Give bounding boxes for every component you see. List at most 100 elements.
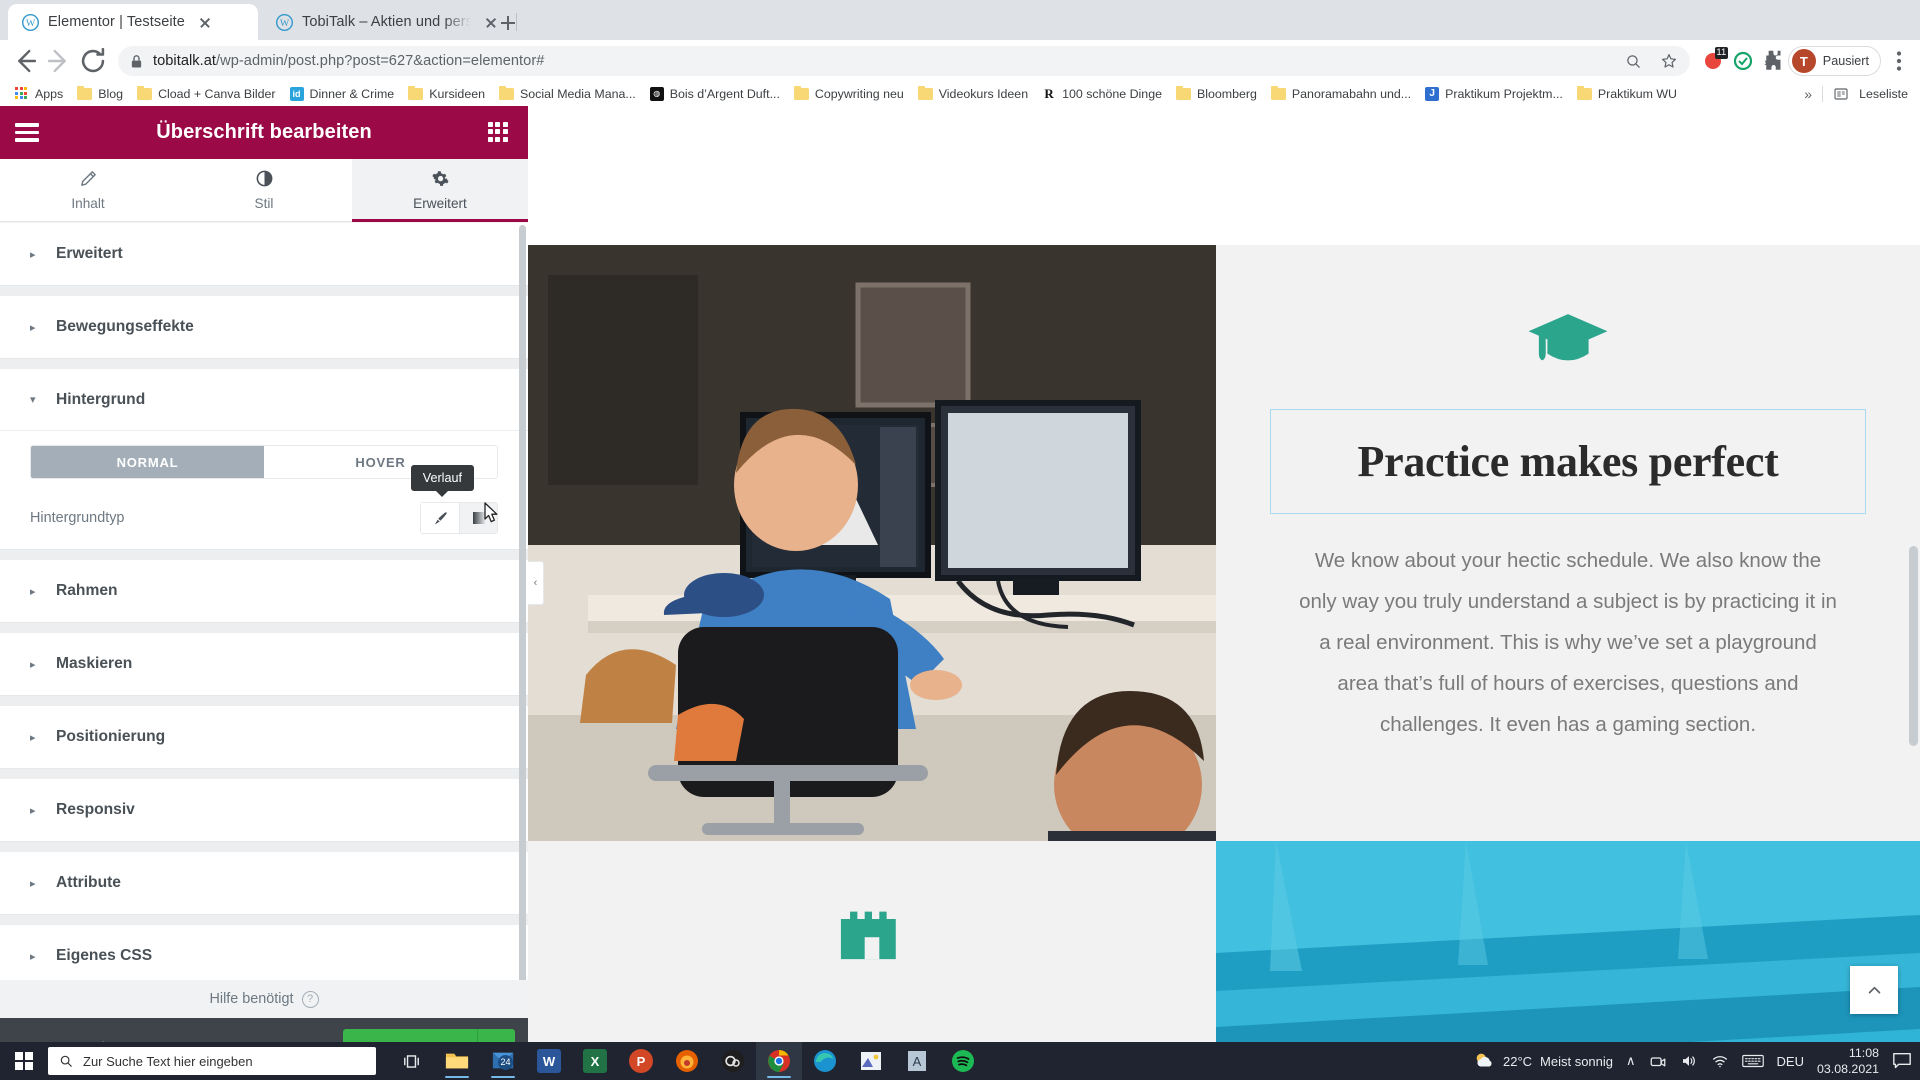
taskbar-app-adobe[interactable]: A bbox=[894, 1042, 940, 1080]
blue-j-icon: J bbox=[1425, 87, 1440, 101]
new-tab-button[interactable] bbox=[494, 9, 522, 37]
bookmark-copywriting-neu[interactable]: Copywriting neu bbox=[787, 83, 911, 105]
taskbar-app-mail[interactable]: 24 bbox=[480, 1042, 526, 1080]
tab-stil[interactable]: Stil bbox=[176, 159, 352, 221]
close-icon[interactable] bbox=[194, 11, 216, 33]
reading-list-icon[interactable] bbox=[1833, 86, 1849, 102]
taskbar-app-word[interactable]: W bbox=[526, 1042, 572, 1080]
section-title: Hintergrund bbox=[56, 390, 146, 408]
hamburger-icon[interactable] bbox=[13, 119, 41, 145]
bookmark-bois-d-argent-duft[interactable]: ◍ Bois d’Argent Duft... bbox=[643, 83, 787, 105]
scroll-to-top-icon[interactable] bbox=[1850, 966, 1898, 1014]
paint-brush-icon bbox=[434, 511, 447, 524]
language-indicator[interactable]: DEU bbox=[1777, 1054, 1804, 1069]
search-input[interactable]: Zur Suche Text hier eingeben bbox=[48, 1047, 376, 1075]
back-arrow-icon[interactable] bbox=[8, 44, 42, 78]
kebab-menu-icon[interactable] bbox=[1884, 46, 1914, 76]
section-positionierung: ▸ Positionierung bbox=[0, 706, 528, 769]
svg-text:W: W bbox=[26, 18, 36, 29]
reading-list-label[interactable]: Leseliste bbox=[1859, 87, 1908, 101]
bookmark-bloomberg[interactable]: Bloomberg bbox=[1169, 83, 1264, 105]
bookmark-praktikum-projektm[interactable]: J Praktikum Projektm... bbox=[1418, 83, 1570, 105]
bookmark-videokurs-ideen[interactable]: Videokurs Ideen bbox=[911, 83, 1035, 105]
lock-icon bbox=[131, 54, 142, 68]
tray-overflow-chevron-icon[interactable]: ∧ bbox=[1626, 1053, 1636, 1069]
section-header[interactable]: ▾ Hintergrund bbox=[0, 369, 528, 431]
state-tab-normal[interactable]: NORMAL bbox=[31, 446, 264, 478]
taskbar-app-edge[interactable] bbox=[802, 1042, 848, 1080]
svg-text:W: W bbox=[280, 18, 290, 29]
bookmark-label: Praktikum Projektm... bbox=[1445, 87, 1563, 101]
section-header[interactable]: ▸ Maskieren bbox=[0, 633, 528, 695]
widgets-grid-icon[interactable] bbox=[488, 122, 510, 144]
windows-start-icon[interactable] bbox=[0, 1042, 48, 1080]
bookmark-social-media-mana[interactable]: Social Media Mana... bbox=[492, 83, 643, 105]
bookmark-cload-canva-bilder[interactable]: Cload + Canva Bilder bbox=[130, 83, 282, 105]
weather-widget[interactable]: 22°C Meist sonnig bbox=[1473, 1050, 1613, 1072]
folder-icon bbox=[77, 85, 93, 100]
bookmark-apps[interactable]: Apps bbox=[8, 83, 70, 105]
bookmark-label: Apps bbox=[35, 87, 64, 101]
page-scrollbar[interactable] bbox=[1909, 546, 1918, 746]
question-mark-icon[interactable]: ? bbox=[301, 990, 319, 1008]
browser-tab-1[interactable]: W TobiTalk – Aktien und persönliche bbox=[262, 4, 512, 40]
taskbar-app-photo-editor[interactable] bbox=[848, 1042, 894, 1080]
browser-tab-0[interactable]: W Elementor | Testseite bbox=[8, 4, 258, 40]
taskbar-app-chrome[interactable] bbox=[756, 1042, 802, 1080]
background-type-classic-button[interactable] bbox=[421, 503, 459, 533]
zoom-search-icon[interactable] bbox=[1625, 53, 1642, 70]
tab-title: TobiTalk – Aktien und persönliche bbox=[302, 14, 471, 30]
volume-icon[interactable] bbox=[1680, 1052, 1698, 1070]
pencil-icon bbox=[79, 169, 98, 191]
section-header[interactable]: ▸ Erweitert bbox=[0, 223, 528, 285]
section-header[interactable]: ▸ Rahmen bbox=[0, 560, 528, 622]
headline-widget-selected[interactable]: Practice makes perfect bbox=[1270, 409, 1866, 514]
bookmark-blog[interactable]: Blog bbox=[70, 83, 130, 105]
bookmark-kursideen[interactable]: Kursideen bbox=[401, 83, 492, 105]
bookmark-100-schoene-dinge[interactable]: R 100 schöne Dinge bbox=[1035, 83, 1169, 105]
taskbar-app-excel[interactable]: X bbox=[572, 1042, 618, 1080]
tab-strip: W Elementor | Testseite W TobiTalk – Akt… bbox=[0, 0, 1920, 40]
clock[interactable]: 11:08 03.08.2021 bbox=[1817, 1045, 1879, 1077]
bookmarks-overflow-area: » Leseliste bbox=[1804, 86, 1920, 102]
network-icon[interactable] bbox=[1711, 1052, 1729, 1070]
tab-inhalt[interactable]: Inhalt bbox=[0, 159, 176, 221]
bookmark-praktikum-wu[interactable]: Praktikum WU bbox=[1570, 83, 1684, 105]
address-host: tobitalk.at bbox=[153, 53, 217, 69]
bookmarks-overflow-button[interactable]: » bbox=[1804, 86, 1812, 102]
taskbar-app-file-explorer[interactable] bbox=[434, 1042, 480, 1080]
reload-icon[interactable] bbox=[76, 44, 110, 78]
section-header[interactable]: ▸ Attribute bbox=[0, 852, 528, 914]
taskbar-app-spotify[interactable] bbox=[940, 1042, 986, 1080]
contrast-icon bbox=[255, 169, 274, 191]
panel-collapse-handle[interactable]: ‹ bbox=[528, 561, 544, 605]
forward-arrow-icon[interactable] bbox=[42, 44, 76, 78]
extensions-puzzle-icon[interactable] bbox=[1758, 46, 1788, 76]
extension-icon-grammarly[interactable]: 11 bbox=[1698, 46, 1728, 76]
taskbar-app-firefox[interactable] bbox=[664, 1042, 710, 1080]
taskbar-app-powerpoint[interactable]: P bbox=[618, 1042, 664, 1080]
notification-icon[interactable] bbox=[1892, 1052, 1912, 1070]
bookmark-panoramabahn[interactable]: Panoramabahn und... bbox=[1264, 83, 1418, 105]
tab-erweitert[interactable]: Erweitert bbox=[352, 159, 528, 222]
profile-button[interactable]: T Pausiert bbox=[1787, 46, 1881, 76]
bookmark-dinner-crime[interactable]: id Dinner & Crime bbox=[283, 83, 402, 105]
section-divider bbox=[0, 769, 528, 779]
section-title: Responsiv bbox=[56, 801, 135, 818]
section-header[interactable]: ▸ Responsiv bbox=[0, 779, 528, 841]
help-row[interactable]: Hilfe benötigt ? bbox=[0, 980, 528, 1018]
keyboard-icon[interactable] bbox=[1741, 1053, 1764, 1069]
search-placeholder: Zur Suche Text hier eingeben bbox=[83, 1053, 253, 1069]
obs-studio-icon bbox=[722, 1050, 744, 1072]
address-bar[interactable]: tobitalk.at/wp-admin/post.php?post=627&a… bbox=[118, 46, 1690, 76]
meet-now-icon[interactable] bbox=[1649, 1052, 1667, 1070]
panel-scrollbar[interactable] bbox=[519, 225, 526, 1015]
section-header[interactable]: ▸ Bewegungseffekte bbox=[0, 296, 528, 358]
bookmark-star-icon[interactable] bbox=[1660, 52, 1678, 70]
taskbar-app-obs-studio[interactable] bbox=[710, 1042, 756, 1080]
task-view-icon[interactable] bbox=[388, 1042, 434, 1080]
extension-icon-green[interactable] bbox=[1728, 46, 1758, 76]
section-header[interactable]: ▸ Positionierung bbox=[0, 706, 528, 768]
section-header[interactable]: ▸ Eigenes CSS bbox=[0, 925, 528, 987]
extension-badge: 11 bbox=[1714, 47, 1728, 59]
